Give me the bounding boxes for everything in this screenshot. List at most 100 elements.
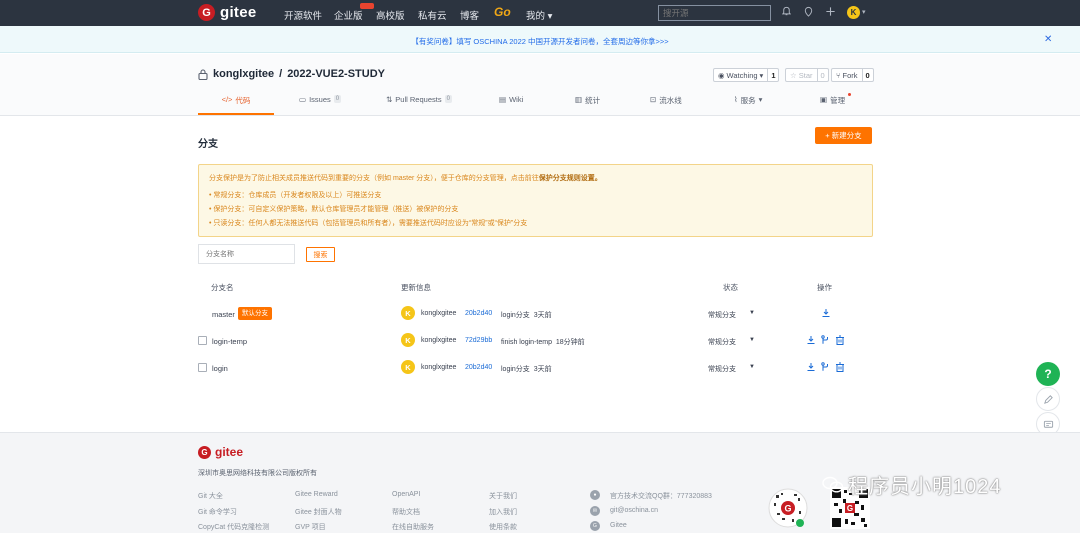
banner-text[interactable]: 【有奖问卷】填写 OSCHINA 2022 中国开源开发者问卷，全套周边等你拿>…	[0, 36, 1080, 47]
branch-name-link[interactable]: master	[212, 310, 235, 319]
footer-link[interactable]: OpenAPI	[392, 491, 420, 498]
pull-request-icon[interactable]	[820, 335, 830, 345]
commit-author[interactable]: konglxgitee	[421, 310, 456, 317]
tab-wiki[interactable]: ▤ Wiki	[499, 91, 523, 115]
chevron-down-icon[interactable]: ▼	[749, 310, 755, 316]
commit-time: 3天前	[533, 366, 552, 373]
nav-go[interactable]: Go	[494, 5, 511, 19]
branch-name-link[interactable]: login	[212, 364, 228, 373]
watch-button[interactable]: ◉ Watching ▾ 1	[713, 68, 780, 82]
download-icon[interactable]	[821, 308, 831, 318]
commit-author[interactable]: konglxgitee	[421, 364, 456, 371]
fork-label-wrap: ⑂ Fork	[832, 69, 862, 81]
wechat-icon	[822, 476, 844, 493]
search-button[interactable]: 搜索	[306, 247, 335, 262]
watch-label-wrap: ◉ Watching ▾	[714, 69, 767, 81]
chevron-down-icon: ▾	[759, 70, 764, 80]
branch-name-link[interactable]: login-temp	[212, 337, 247, 346]
repo-name-link[interactable]: 2022-VUE2-STUDY	[287, 68, 385, 80]
footer-email[interactable]: git@oschina.cn	[610, 507, 658, 514]
avatar[interactable]: K	[401, 333, 415, 347]
nav-enterprise[interactable]: 企业版	[334, 8, 363, 22]
commit-sha-link[interactable]: 20b2d40	[465, 364, 492, 371]
fork-icon: ⑂	[836, 70, 841, 80]
bell-icon[interactable]	[780, 6, 792, 18]
nav-my-menu[interactable]: 我的 ▾	[526, 8, 552, 22]
fork-button[interactable]: ⑂ Fork 0	[831, 68, 874, 82]
table-row: login-temp K konglxgitee 72d29bb finish …	[198, 328, 873, 354]
footer-link[interactable]: Gitee 封面人物	[295, 507, 342, 517]
branch-status-select[interactable]: 常规分支	[708, 364, 736, 374]
col-header-update: 更新信息	[401, 283, 431, 292]
plus-icon[interactable]	[824, 6, 836, 18]
footer-link[interactable]: GVP 项目	[295, 522, 326, 532]
issues-icon: ▭	[299, 95, 307, 104]
chevron-down-icon[interactable]: ▼	[749, 364, 755, 370]
footer-gitee[interactable]: Gitee	[610, 522, 627, 529]
star-button[interactable]: ☆ Star 0	[785, 68, 829, 82]
trash-icon[interactable]	[835, 362, 845, 372]
download-icon[interactable]	[806, 362, 816, 372]
default-branch-badge: 默认分支	[238, 307, 272, 320]
branch-status-select[interactable]: 常规分支	[708, 337, 736, 347]
row-checkbox[interactable]	[198, 363, 207, 372]
gitee-logo-text: gitee	[220, 4, 257, 21]
avatar[interactable]: K	[401, 360, 415, 374]
branch-status-select[interactable]: 常规分支	[708, 310, 736, 320]
tab-services[interactable]: ⌇ 服务 ▾	[734, 91, 762, 115]
services-icon: ⌇	[734, 95, 738, 104]
nav-private-cloud[interactable]: 私有云	[418, 8, 447, 22]
footer-link[interactable]: 关于我们	[489, 491, 517, 501]
footer-logo-text: gitee	[215, 445, 244, 459]
chevron-down-icon[interactable]: ▼	[749, 337, 755, 343]
trash-icon[interactable]	[835, 335, 845, 345]
footer-link[interactable]: Git 大全	[198, 491, 223, 501]
location-icon[interactable]	[802, 6, 814, 18]
footer-link[interactable]: 帮助文档	[392, 507, 420, 517]
col-header-name: 分支名	[211, 283, 234, 292]
nav-open-source[interactable]: 开源软件	[284, 8, 322, 22]
tab-pull-requests[interactable]: ⇅ Pull Requests 0	[386, 91, 452, 115]
avatar[interactable]: K	[401, 306, 415, 320]
avatar-chevron-down-icon[interactable]: ▾	[862, 8, 866, 16]
notice-item: • 保护分支：可自定义保护策略，默认仓库管理员才能管理（推送）被保护的分支	[209, 206, 459, 213]
tab-code[interactable]: </> 代码	[198, 91, 274, 115]
commit-sha-link[interactable]: 20b2d40	[465, 310, 492, 317]
gitee-logo[interactable]: G gitee	[198, 4, 257, 21]
commit-author[interactable]: konglxgitee	[421, 337, 456, 344]
repo-owner-link[interactable]: konglxgitee	[213, 68, 274, 80]
nav-education[interactable]: 高校版	[376, 8, 405, 22]
footer-logo[interactable]: G gitee	[198, 445, 243, 459]
fork-count: 0	[861, 69, 873, 81]
footer-link[interactable]: 使用条款	[489, 522, 517, 532]
footer-link[interactable]: 加入我们	[489, 507, 517, 517]
tab-stats[interactable]: ▥ 统计	[575, 91, 600, 115]
tab-pipeline[interactable]: ⊡ 流水线	[650, 91, 682, 115]
close-icon[interactable]: ✕	[1044, 34, 1052, 45]
nav-search-input[interactable]	[658, 5, 771, 21]
pull-request-icon[interactable]	[820, 362, 830, 372]
page-title: 分支	[198, 139, 218, 150]
watermark-text: 程序员小明1024	[848, 476, 1002, 498]
tab-stats-label: 统计	[585, 96, 601, 105]
protection-rules-link[interactable]: 保护分支规则设置。	[539, 175, 602, 182]
new-branch-button[interactable]: + 新建分支	[815, 127, 872, 144]
footer-link[interactable]: CopyCat 代码克隆检测	[198, 522, 269, 532]
nav-blog[interactable]: 博客	[460, 8, 479, 22]
row-checkbox[interactable]	[198, 336, 207, 345]
watch-label: Watching	[726, 70, 758, 80]
footer-link[interactable]: 在线自助服务	[392, 522, 434, 532]
footer-link[interactable]: Gitee Reward	[295, 491, 338, 498]
download-icon[interactable]	[806, 335, 816, 345]
tab-issues[interactable]: ▭ Issues 0	[299, 91, 342, 115]
branch-search-input[interactable]	[198, 244, 295, 264]
tab-issues-count: 0	[333, 95, 342, 103]
col-header-action: 操作	[817, 283, 832, 292]
feedback-button[interactable]	[1036, 387, 1060, 411]
tab-manage[interactable]: ▣ 管理	[820, 91, 852, 115]
help-button[interactable]: ?	[1036, 362, 1060, 386]
user-avatar[interactable]: K	[847, 6, 860, 19]
footer-link[interactable]: Git 命令学习	[198, 507, 237, 517]
commit-sha-link[interactable]: 72d29bb	[465, 337, 492, 344]
commit-message: login分支 3天前	[501, 364, 552, 374]
